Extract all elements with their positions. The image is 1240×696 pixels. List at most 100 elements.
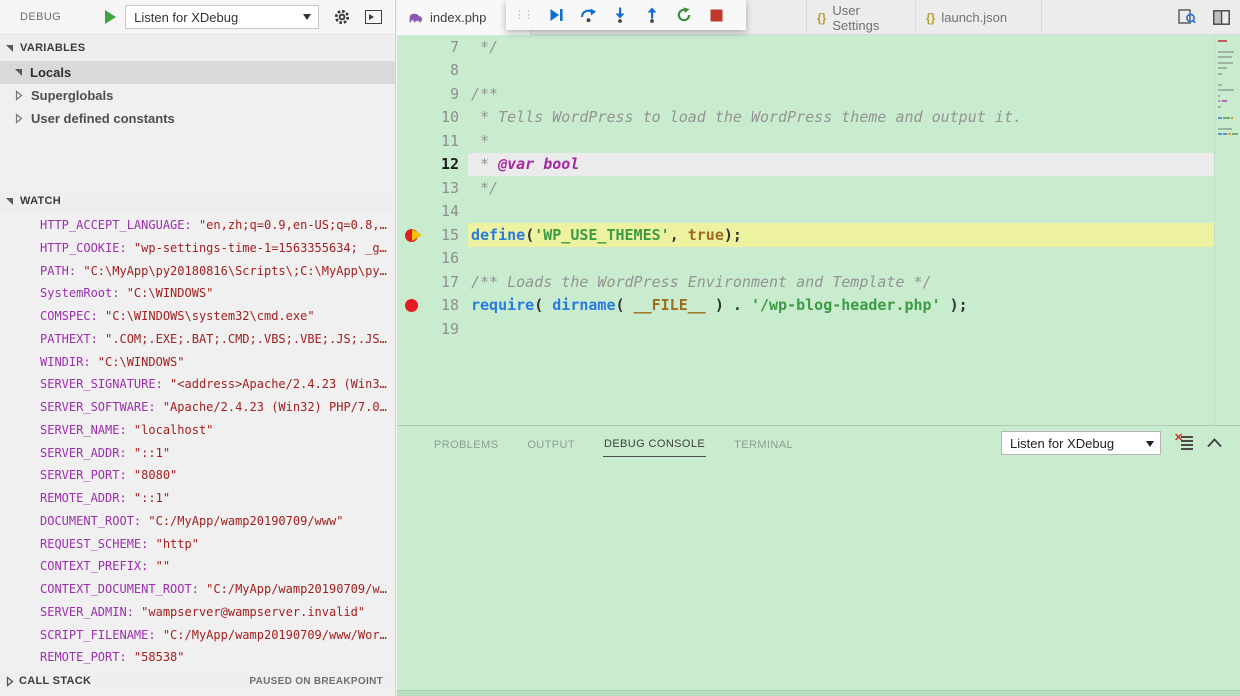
watch-value: "" (155, 559, 171, 574)
clear-console-icon[interactable]: ✕ (1174, 432, 1193, 450)
line-highlight (468, 200, 1214, 224)
watch-item[interactable]: PATHEXT: ".COM;.EXE;.BAT;.CMD;.VBS;.VBE;… (0, 328, 395, 351)
watch-key: REQUEST_SCHEME: (40, 536, 156, 551)
code-line-18[interactable]: 18 require( dirname( __FILE__ ) . '/wp-bl… (397, 294, 1240, 318)
watch-item[interactable]: PATH: "C:\MyApp\py20180816\Scripts\;C:\M… (0, 260, 395, 283)
start-debug-icon[interactable] (105, 10, 117, 24)
console-play-glyph (369, 14, 375, 20)
code-text: * (471, 131, 490, 150)
watch-item[interactable]: SERVER_NAME: "localhost" (0, 419, 395, 442)
tab-debug-console[interactable]: DEBUG CONSOLE (602, 429, 707, 457)
debug-sidebar: DEBUG Listen for XDebug VARIABLES Locals… (0, 0, 396, 696)
watch-item[interactable]: CONTEXT_DOCUMENT_ROOT: "C:/MyApp/wamp201… (0, 578, 395, 601)
watch-key: HTTP_COOKIE: (40, 240, 134, 255)
watch-item[interactable]: REQUEST_SCHEME: "http" (0, 533, 395, 556)
watch-key: HTTP_ACCEPT_LANGUAGE: (40, 218, 199, 232)
call-stack-section-header[interactable]: CALL STACK PAUSED ON BREAKPOINT (0, 670, 395, 692)
code-line-15[interactable]: 15 define('WP_USE_THEMES', true); (397, 223, 1240, 247)
watch-item[interactable]: WINDIR: "C:\WINDOWS" (0, 351, 395, 374)
code-line-10[interactable]: 10 * Tells WordPress to load the WordPre… (397, 106, 1240, 130)
watch-key: CONTEXT_DOCUMENT_ROOT: (40, 582, 207, 596)
tab-problems[interactable]: PROBLEMS (433, 430, 499, 457)
watch-key: SCRIPT_FILENAME: (40, 627, 163, 642)
code-text: */ (471, 178, 499, 197)
watch-value: "en,zh;q=0.9,en-US;q=0.8,… (198, 218, 387, 232)
code-line-9[interactable]: 9/** (397, 82, 1240, 106)
watch-item[interactable]: HTTP_COOKIE: "wp-settings-time-1=1563355… (0, 237, 395, 260)
code-line-17[interactable]: 17/** Loads the WordPress Environment an… (397, 270, 1240, 294)
bar (1181, 440, 1193, 442)
twistie-collapsed-icon (15, 113, 23, 124)
tree-item-label: Superglobals (31, 88, 114, 103)
debug-view-header: DEBUG Listen for XDebug (0, 0, 395, 35)
line-highlight (468, 176, 1214, 200)
code-line-11[interactable]: 11 * (397, 129, 1240, 153)
execution-pointer-icon (412, 229, 422, 241)
console-session-dropdown[interactable]: Listen for XDebug (1001, 431, 1161, 455)
watch-key: REMOTE_ADDR: (40, 491, 134, 505)
watch-item[interactable]: SERVER_ADMIN: "wampserver@wampserver.inv… (0, 601, 395, 624)
code-text: * @var bool (471, 155, 580, 174)
watch-item[interactable]: SERVER_PORT: "8080" (0, 464, 395, 487)
watch-item[interactable]: SERVER_ADDR: "::1" (0, 442, 395, 465)
watch-item[interactable]: COMSPEC: "C:\WINDOWS\system32\cmd.exe" (0, 305, 395, 328)
watch-key: DOCUMENT_ROOT: (40, 513, 149, 528)
open-preview-icon[interactable] (1178, 9, 1197, 26)
bar (1181, 436, 1193, 438)
code-line-12[interactable]: 12 * @var bool (397, 152, 1240, 176)
variables-item-superglobals[interactable]: Superglobals (0, 84, 395, 107)
breakpoint-icon[interactable] (405, 223, 429, 247)
bar (1181, 448, 1193, 450)
step-into-button[interactable] (604, 2, 636, 28)
tab-label: index.php (430, 10, 487, 25)
panel-tab-bar: PROBLEMS OUTPUT DEBUG CONSOLE TERMINAL (433, 426, 794, 460)
code-line-8[interactable]: 8 (397, 59, 1240, 83)
watch-item[interactable]: REMOTE_ADDR: "::1" (0, 487, 395, 510)
step-over-button[interactable] (572, 2, 604, 28)
tab-user-settings[interactable]: {} User Settings (806, 0, 916, 35)
code-line-14[interactable]: 14 (397, 200, 1240, 224)
minimap[interactable] (1214, 35, 1240, 425)
restart-button[interactable] (668, 2, 700, 28)
code-text: * Tells WordPress to load the WordPress … (471, 108, 1022, 127)
watch-expressions-list: HTTP_ACCEPT_LANGUAGE: "en,zh;q=0.9,en-US… (0, 214, 395, 670)
drag-grip-icon[interactable]: ⋮⋮ (514, 9, 534, 21)
watch-item[interactable]: SERVER_SOFTWARE: "Apache/2.4.23 (Win32) … (0, 396, 395, 419)
code-line-7[interactable]: 7 */ (397, 35, 1240, 59)
watch-item[interactable]: SCRIPT_FILENAME: "C:/MyApp/wamp20190709/… (0, 624, 395, 647)
code-line-13[interactable]: 13 */ (397, 176, 1240, 200)
watch-section-header[interactable]: WATCH (0, 190, 395, 212)
code-editor[interactable]: 7 */8 9/** 10 * Tells WordPress to load th… (397, 35, 1240, 425)
tab-terminal[interactable]: TERMINAL (733, 430, 794, 457)
split-editor-icon[interactable] (1213, 10, 1230, 25)
step-out-button[interactable] (636, 2, 668, 28)
breakpoint-dot (405, 299, 418, 312)
gear-icon[interactable] (333, 8, 351, 26)
variables-section-header[interactable]: VARIABLES (0, 37, 395, 59)
code-line-19[interactable]: 19 (397, 317, 1240, 341)
watch-item[interactable]: CONTEXT_PREFIX: "" (0, 555, 395, 578)
variables-item-locals[interactable]: Locals (0, 61, 395, 84)
variables-item-user-defined-constants[interactable]: User defined constants (0, 107, 395, 130)
tab-output[interactable]: OUTPUT (526, 430, 576, 457)
watch-value: "C:\MyApp\py20180816\Scripts\;C:\MyApp\p… (83, 263, 387, 278)
tab-label: launch.json (941, 10, 1008, 25)
watch-item[interactable]: REMOTE_PORT: "58538" (0, 646, 395, 669)
watch-item[interactable]: SystemRoot: "C:\WINDOWS" (0, 282, 395, 305)
breakpoint-icon[interactable] (405, 294, 429, 318)
debug-config-dropdown[interactable]: Listen for XDebug (125, 5, 320, 29)
tab-launch-json[interactable]: {} launch.json (916, 0, 1042, 35)
watch-item[interactable]: HTTP_ACCEPT_LANGUAGE: "en,zh;q=0.9,en-US… (0, 214, 395, 237)
php-elephant-icon (407, 11, 424, 25)
collapse-panel-icon[interactable] (1207, 438, 1222, 448)
gutter (405, 35, 429, 59)
code-line-16[interactable]: 16 (397, 247, 1240, 271)
code-text: /** (471, 84, 499, 103)
watch-value: "C:\WINDOWS" (97, 354, 185, 369)
stop-button[interactable] (700, 2, 732, 28)
debug-console-toggle-icon[interactable] (365, 10, 383, 24)
status-bar-edge (397, 690, 1240, 696)
watch-item[interactable]: DOCUMENT_ROOT: "C:/MyApp/wamp20190709/ww… (0, 510, 395, 533)
watch-item[interactable]: SERVER_SIGNATURE: "<address>Apache/2.4.2… (0, 373, 395, 396)
continue-button[interactable] (540, 2, 572, 28)
